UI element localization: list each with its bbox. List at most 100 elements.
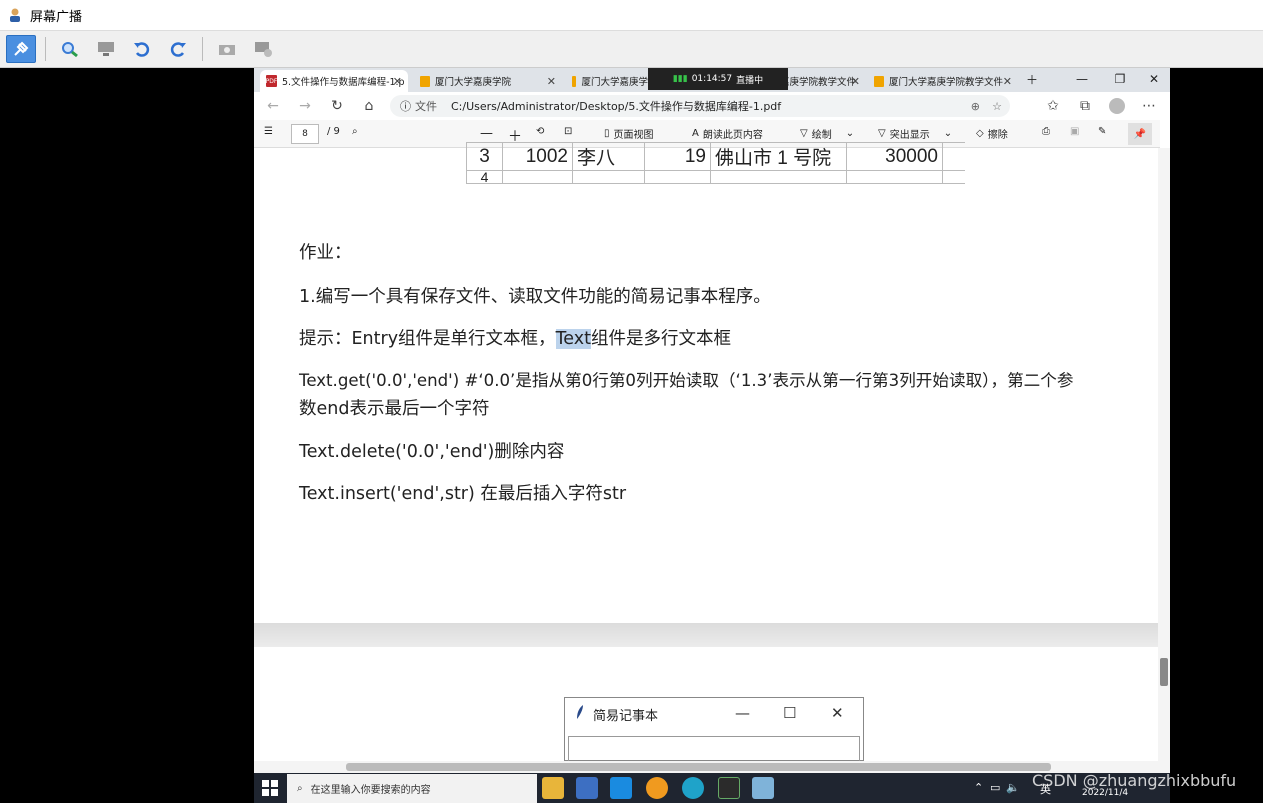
notepad-window-image: 简易记事本 — ☐ ✕	[564, 697, 864, 762]
close-icon[interactable]: ✕	[547, 75, 556, 88]
monitor-icon[interactable]	[91, 35, 121, 63]
page-total: / 9	[327, 126, 340, 137]
table-cell	[710, 170, 847, 184]
toolbar-divider	[202, 37, 203, 61]
hint-prefix: 提示：Entry组件是单行文本框，	[299, 329, 556, 349]
page-view-button[interactable]: ▯ 页面视图	[604, 126, 654, 141]
close-icon[interactable]: ✕	[393, 75, 402, 88]
profile-avatar[interactable]	[1106, 96, 1128, 116]
page-number-input[interactable]: 8	[291, 124, 319, 144]
draw-button[interactable]: ▽ 绘制 ⌄	[800, 126, 854, 141]
tab-label: 厦门大学嘉庚学	[581, 77, 648, 88]
close-icon[interactable]: ✕	[1003, 75, 1012, 88]
broadcast-toolbar	[0, 31, 1263, 68]
camera-icon[interactable]	[212, 35, 242, 63]
new-tab-icon[interactable]: ＋	[1014, 68, 1050, 90]
scroll-thumb[interactable]	[1160, 658, 1168, 686]
edge-icon[interactable]	[682, 777, 704, 799]
vertical-scrollbar[interactable]	[1158, 148, 1170, 761]
pdf-page: 3 1002 李八 19 佛山市 1 号院 30000 4 作业： 1.编写一个…	[254, 142, 1158, 623]
info-icon: ⓘ	[400, 100, 411, 113]
address-bar-row: ← → ↻ ⌂ ⓘ 文件 C:/Users/Administrator/Desk…	[254, 92, 1170, 120]
app-icon[interactable]	[610, 777, 632, 799]
address-bar[interactable]: ⓘ 文件 C:/Users/Administrator/Desktop/5.文件…	[390, 95, 1010, 117]
print-icon[interactable]: ⎙	[1042, 126, 1050, 137]
doc-icon	[874, 75, 884, 87]
collections-icon[interactable]: ⧉	[1074, 96, 1096, 116]
undo-icon[interactable]	[127, 35, 157, 63]
book-icon: ▯	[604, 128, 610, 139]
minimize-icon[interactable]: —	[1064, 68, 1100, 90]
app-icon[interactable]	[576, 777, 598, 799]
feather-icon	[575, 704, 585, 724]
table-row: 3 1002 李八 19 佛山市 1 号院 30000	[466, 142, 965, 171]
favorites-icon[interactable]: ✩	[1042, 96, 1064, 116]
redo-icon[interactable]	[163, 35, 193, 63]
tab-xmu-3[interactable]: 嘉庚学院教学文件 ✕	[774, 70, 866, 92]
tab-pdf[interactable]: PDF 5.文件操作与数据库编程-1.p ✕	[260, 70, 408, 92]
search-icon[interactable]: ⌕	[352, 126, 358, 137]
tab-xmu-1[interactable]: 厦门大学嘉庚学院 ✕	[414, 70, 562, 92]
erase-button[interactable]: ◇ 擦除	[976, 126, 1008, 141]
homework-heading: 作业：	[299, 243, 352, 263]
live-status: 直播中	[736, 75, 764, 86]
app-icon[interactable]	[752, 777, 774, 799]
maximize-icon: ☐	[783, 704, 797, 722]
chevron-down-icon[interactable]: ⌄	[846, 128, 854, 139]
zoom-out-icon[interactable]: —	[480, 126, 493, 141]
pdf-page-next: 简易记事本 — ☐ ✕	[254, 647, 1158, 762]
save-as-icon[interactable]: ✎	[1098, 126, 1106, 137]
page-view-label: 页面视图	[613, 130, 654, 141]
text-insert-line: Text.insert('end',str) 在最后插入字符str	[299, 484, 627, 504]
table-cell	[644, 170, 711, 184]
homework-item-1: 1.编写一个具有保存文件、读取文件功能的简易记事本程序。	[299, 287, 771, 307]
pin-tool-button[interactable]	[6, 35, 36, 63]
close-icon[interactable]: ✕	[851, 75, 860, 88]
chevron-down-icon[interactable]: ⌄	[944, 128, 952, 139]
refresh-icon[interactable]: ↻	[326, 96, 348, 116]
windows-start-icon[interactable]	[262, 780, 278, 796]
draw-label: 绘制	[811, 130, 832, 141]
read-aloud-button[interactable]: A 朗读此页内容	[692, 126, 763, 141]
tab-label: 5.文件操作与数据库编程-1.p	[282, 77, 405, 88]
table-cell: 30000	[846, 142, 943, 171]
tab-label: 嘉庚学院教学文件	[780, 77, 857, 88]
highlight-label: 突出显示	[889, 130, 930, 141]
zoom-page-icon[interactable]: ⊕	[971, 100, 980, 113]
save-icon[interactable]: ▣	[1070, 126, 1079, 137]
network-icon[interactable]: ▭	[990, 781, 1000, 794]
tab-label: 厦门大学嘉庚学院教学文件	[889, 77, 1004, 88]
page-gap	[254, 623, 1158, 647]
volume-icon[interactable]: 🔈	[1006, 781, 1020, 794]
tab-label: 厦门大学嘉庚学院	[435, 77, 512, 88]
highlight-button[interactable]: ▽ 突出显示 ⌄	[878, 126, 952, 141]
pin-toolbar-icon[interactable]: 📌	[1128, 123, 1152, 145]
left-black-area	[0, 68, 254, 803]
table-cell: 佛山市 1 号院	[710, 142, 847, 171]
back-icon[interactable]: ←	[262, 96, 284, 116]
contents-icon[interactable]: ☰	[264, 126, 273, 137]
taskbar-search-box[interactable]: ⌕ 在这里输入你要搜索的内容	[287, 774, 537, 803]
rotate-icon[interactable]: ⟲	[536, 126, 544, 137]
tab-xmu-2[interactable]: 厦门大学嘉庚学	[566, 70, 648, 92]
forward-icon[interactable]: →	[294, 96, 316, 116]
zoom-icon[interactable]	[55, 35, 85, 63]
pycharm-icon[interactable]	[718, 777, 740, 799]
app-icon[interactable]	[646, 777, 668, 799]
close-window-icon[interactable]: ✕	[1136, 68, 1172, 90]
eraser-icon: ◇	[976, 128, 984, 139]
scroll-thumb[interactable]	[346, 763, 1051, 771]
favorite-icon[interactable]: ☆	[992, 100, 1002, 113]
text-delete-line: Text.delete('0.0','end')删除内容	[299, 442, 565, 462]
more-icon[interactable]: ⋯	[1138, 96, 1160, 116]
notepad-title: 简易记事本	[593, 708, 659, 724]
screen-share-icon[interactable]	[248, 35, 278, 63]
address-url: C:/Users/Administrator/Desktop/5.文件操作与数据…	[451, 100, 782, 113]
highlight-icon: ▽	[878, 128, 886, 139]
file-explorer-icon[interactable]	[542, 777, 564, 799]
tray-chevron-icon[interactable]: ⌃	[974, 781, 983, 794]
tab-xmu-4[interactable]: 厦门大学嘉庚学院教学文件 ✕	[868, 70, 1018, 92]
restore-icon[interactable]: ❐	[1102, 68, 1138, 90]
fit-page-icon[interactable]: ⊡	[564, 126, 572, 137]
home-icon[interactable]: ⌂	[358, 96, 380, 116]
